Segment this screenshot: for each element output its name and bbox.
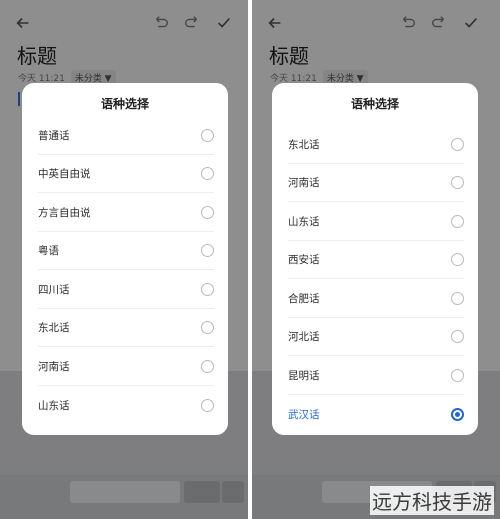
language-option-label: 河南话 bbox=[288, 177, 320, 189]
radio-icon[interactable] bbox=[201, 206, 214, 219]
watermark-text: 远方科技手游 bbox=[370, 486, 494, 515]
radio-icon[interactable] bbox=[451, 215, 464, 228]
radio-icon[interactable] bbox=[201, 360, 214, 373]
language-option[interactable]: 东北话 bbox=[288, 126, 464, 164]
radio-icon[interactable] bbox=[451, 176, 464, 189]
language-option[interactable]: 河南话 bbox=[38, 348, 214, 386]
phone-left: 标题 今天 11:21 未分类 ▼ 语种选择 普通话 中英自由说 方言自由说 粤… bbox=[0, 0, 248, 519]
language-option-label: 四川话 bbox=[38, 284, 70, 296]
radio-icon[interactable] bbox=[451, 330, 464, 343]
screenshot-stage: 标题 今天 11:21 未分类 ▼ 语种选择 普通话 中英自由说 方言自由说 粤… bbox=[0, 0, 500, 519]
language-option[interactable]: 西安话 bbox=[288, 241, 464, 279]
language-option-label: 西安话 bbox=[288, 254, 320, 266]
language-option-label: 粤语 bbox=[38, 245, 59, 257]
radio-icon[interactable] bbox=[451, 292, 464, 305]
language-select-dialog: 语种选择 普通话 中英自由说 方言自由说 粤语 四川话 东北话 河南话 山东话 bbox=[22, 83, 228, 435]
radio-icon[interactable] bbox=[201, 244, 214, 257]
phone-right: 标题 今天 11:21 未分类 ▼ 语种选择 东北话 河南话 山东话 西安话 合… bbox=[252, 0, 500, 519]
language-select-dialog: 语种选择 东北话 河南话 山东话 西安话 合肥话 河北话 昆明话 武汉话 bbox=[272, 83, 478, 435]
language-option[interactable]: 东北话 bbox=[38, 309, 214, 347]
language-option[interactable]: 河南话 bbox=[288, 164, 464, 202]
radio-icon[interactable] bbox=[201, 283, 214, 296]
radio-icon[interactable] bbox=[201, 398, 214, 412]
radio-selected-icon[interactable] bbox=[451, 407, 464, 421]
language-option-label: 河南话 bbox=[38, 361, 70, 373]
language-option-label: 河北话 bbox=[288, 331, 320, 343]
language-option-label: 普通话 bbox=[38, 130, 70, 142]
language-option[interactable]: 山东话 bbox=[288, 203, 464, 241]
radio-icon[interactable] bbox=[201, 167, 214, 180]
language-option[interactable]: 中英自由说 bbox=[38, 155, 214, 193]
language-option[interactable]: 粤语 bbox=[38, 232, 214, 270]
language-option[interactable]: 方言自由说 bbox=[38, 194, 214, 232]
radio-icon[interactable] bbox=[201, 129, 214, 142]
language-option[interactable]: 普通话 bbox=[38, 117, 214, 155]
radio-icon[interactable] bbox=[451, 369, 464, 382]
language-option-label: 方言自由说 bbox=[38, 207, 91, 219]
radio-icon[interactable] bbox=[451, 253, 464, 266]
language-option-label: 山东话 bbox=[38, 399, 70, 412]
language-option[interactable]: 四川话 bbox=[38, 271, 214, 309]
language-option-label: 中英自由说 bbox=[38, 168, 91, 180]
language-option[interactable]: 合肥话 bbox=[288, 280, 464, 318]
language-option[interactable]: 河北话 bbox=[288, 318, 464, 356]
language-option-selected[interactable]: 武汉话 bbox=[288, 395, 464, 433]
language-option-label: 昆明话 bbox=[288, 370, 320, 382]
language-option[interactable]: 山东话 bbox=[38, 386, 214, 424]
language-option-label: 东北话 bbox=[38, 322, 70, 334]
dialog-title: 语种选择 bbox=[350, 97, 399, 111]
radio-icon[interactable] bbox=[201, 321, 214, 334]
language-option-label: 山东话 bbox=[288, 216, 320, 228]
dialog-title: 语种选择 bbox=[100, 97, 149, 111]
language-option-label: 东北话 bbox=[288, 139, 320, 151]
radio-icon[interactable] bbox=[451, 138, 464, 151]
language-option-label: 合肥话 bbox=[288, 293, 320, 305]
language-option-label: 武汉话 bbox=[288, 408, 320, 421]
language-option[interactable]: 昆明话 bbox=[288, 357, 464, 395]
